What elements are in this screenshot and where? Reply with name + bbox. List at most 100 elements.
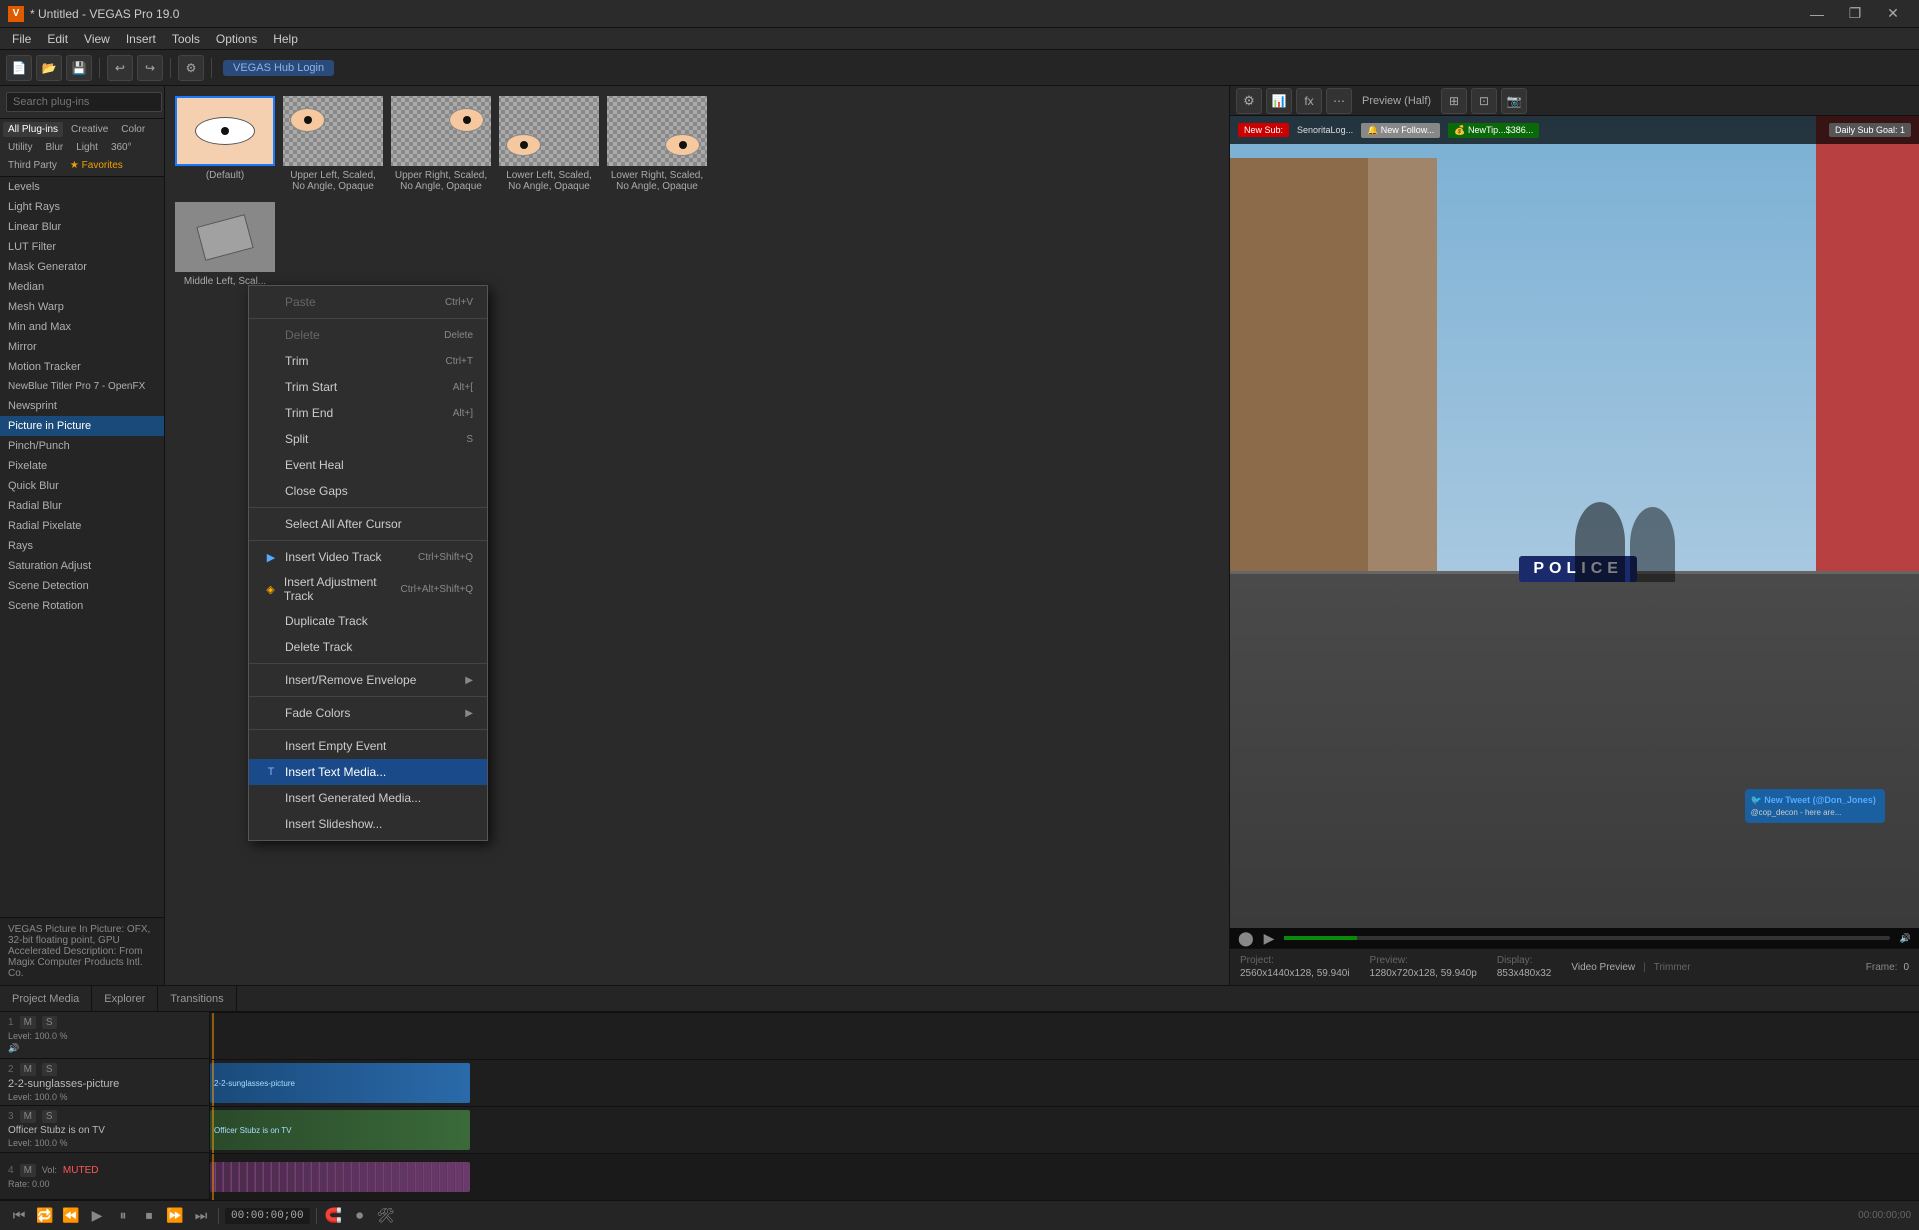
thumb-lower-right[interactable]: Lower Right, Scaled, No Angle, Opaque	[607, 96, 707, 192]
preview-snap-button[interactable]: ⊡	[1471, 88, 1497, 114]
plugin-item-levels[interactable]: Levels	[0, 177, 164, 197]
plugin-item-linearblur[interactable]: Linear Blur	[0, 217, 164, 237]
ctx-trim[interactable]: Trim Ctrl+T	[249, 348, 487, 374]
track-1-mute[interactable]: M	[20, 1016, 36, 1029]
plugin-item-minmax[interactable]: Min and Max	[0, 317, 164, 337]
settings-button[interactable]: ⚙	[178, 55, 204, 81]
menu-file[interactable]: File	[4, 30, 39, 48]
plugin-item-lightrays[interactable]: Light Rays	[0, 197, 164, 217]
ctx-insert-generated-media[interactable]: Insert Generated Media...	[249, 785, 487, 811]
save-button[interactable]: 💾	[66, 55, 92, 81]
tab-light[interactable]: Light	[71, 140, 103, 155]
plugin-item-lutfilter[interactable]: LUT Filter	[0, 237, 164, 257]
plugin-item-mirror[interactable]: Mirror	[0, 337, 164, 357]
ctx-insert-remove-envelope[interactable]: Insert/Remove Envelope ▶	[249, 667, 487, 693]
bb-snap-button[interactable]: 🧲	[323, 1205, 345, 1227]
ctx-duplicate-track[interactable]: Duplicate Track	[249, 608, 487, 634]
preview-stop-btn[interactable]: ⬤	[1238, 930, 1254, 947]
thumb-middle-left[interactable]: Middle Left, Scal...	[175, 202, 275, 287]
tab-explorer[interactable]: Explorer	[92, 986, 158, 1012]
preview-mute-icon[interactable]: 🔊	[1900, 933, 1911, 944]
ctx-trim-start[interactable]: Trim Start Alt+[	[249, 374, 487, 400]
ctx-close-gaps[interactable]: Close Gaps	[249, 478, 487, 504]
clip-sunglasses[interactable]: 2-2-sunglasses-picture	[210, 1063, 470, 1103]
ctx-event-heal[interactable]: Event Heal	[249, 452, 487, 478]
preview-more-button[interactable]: ⋯	[1326, 88, 1352, 114]
plugin-item-saturationadjust[interactable]: Saturation Adjust	[0, 556, 164, 576]
plugin-item-newsprint[interactable]: Newsprint	[0, 396, 164, 416]
track-1-solo[interactable]: S	[42, 1016, 57, 1029]
bb-rewind-button[interactable]: ⏮	[8, 1205, 30, 1227]
ctx-trim-end[interactable]: Trim End Alt+]	[249, 400, 487, 426]
bb-record-button[interactable]: ⏺	[349, 1205, 371, 1227]
plugin-item-scenedetection[interactable]: Scene Detection	[0, 576, 164, 596]
preview-fx-button[interactable]: fx	[1296, 88, 1322, 114]
bb-tools-button[interactable]: 🛠	[375, 1205, 397, 1227]
plugin-item-pixelate[interactable]: Pixelate	[0, 456, 164, 476]
track-3-mute[interactable]: M	[20, 1110, 36, 1123]
preview-settings-button[interactable]: ⚙	[1236, 88, 1262, 114]
preview-progress-bar[interactable]	[1284, 936, 1889, 940]
menu-help[interactable]: Help	[265, 30, 306, 48]
plugin-item-scenerotation[interactable]: Scene Rotation	[0, 596, 164, 616]
redo-button[interactable]: ↪	[137, 55, 163, 81]
menu-tools[interactable]: Tools	[164, 30, 208, 48]
thumb-upper-left[interactable]: Upper Left, Scaled, No Angle, Opaque	[283, 96, 383, 192]
maximize-button[interactable]: ❐	[1837, 0, 1873, 28]
track-4-mute[interactable]: M	[20, 1164, 36, 1177]
menu-view[interactable]: View	[76, 30, 118, 48]
tab-favorites[interactable]: ★ Favorites	[65, 158, 128, 173]
plugin-item-pictureinpicture[interactable]: Picture in Picture	[0, 416, 164, 436]
thumb-upper-right[interactable]: Upper Right, Scaled, No Angle, Opaque	[391, 96, 491, 192]
plugin-item-pinchpunch[interactable]: Pinch/Punch	[0, 436, 164, 456]
tab-transitions[interactable]: Transitions	[158, 986, 236, 1012]
plugin-item-radialblur[interactable]: Radial Blur	[0, 496, 164, 516]
ctx-fade-colors[interactable]: Fade Colors ▶	[249, 700, 487, 726]
track-3-solo[interactable]: S	[42, 1110, 57, 1123]
ctx-select-all-after-cursor[interactable]: Select All After Cursor	[249, 511, 487, 537]
tab-blur[interactable]: Blur	[40, 140, 68, 155]
bb-back-button[interactable]: ⏪	[60, 1205, 82, 1227]
ctx-paste[interactable]: Paste Ctrl+V	[249, 289, 487, 315]
bb-play-button[interactable]: ▶	[86, 1205, 108, 1227]
ctx-insert-video-track[interactable]: ▶ Insert Video Track Ctrl+Shift+Q	[249, 544, 487, 570]
undo-button[interactable]: ↩	[107, 55, 133, 81]
minimize-button[interactable]: —	[1799, 0, 1835, 28]
ctx-insert-adjustment-track[interactable]: ◈ Insert Adjustment Track Ctrl+Alt+Shift…	[249, 570, 487, 608]
ctx-delete[interactable]: Delete Delete	[249, 322, 487, 348]
clip-audio[interactable]	[210, 1162, 470, 1192]
plugin-item-rays[interactable]: Rays	[0, 536, 164, 556]
plugin-item-maskgenerator[interactable]: Mask Generator	[0, 257, 164, 277]
plugin-item-meshwarp[interactable]: Mesh Warp	[0, 297, 164, 317]
bb-forward-button[interactable]: ⏩	[164, 1205, 186, 1227]
search-input[interactable]	[6, 92, 162, 112]
plugin-item-motiontracker[interactable]: Motion Tracker	[0, 357, 164, 377]
ctx-insert-text-media[interactable]: T Insert Text Media...	[249, 759, 487, 785]
tab-third-party[interactable]: Third Party	[3, 158, 62, 173]
preview-grid-button[interactable]: ⊞	[1441, 88, 1467, 114]
bb-loop-button[interactable]: 🔁	[34, 1205, 56, 1227]
tab-utility[interactable]: Utility	[3, 140, 37, 155]
new-button[interactable]: 📄	[6, 55, 32, 81]
menu-insert[interactable]: Insert	[118, 30, 164, 48]
bb-stop-button[interactable]: ⏹	[138, 1205, 160, 1227]
tab-color[interactable]: Color	[116, 122, 150, 137]
clip-officer[interactable]: Officer Stubz is on TV	[210, 1110, 470, 1150]
plugin-item-median[interactable]: Median	[0, 277, 164, 297]
close-button[interactable]: ✕	[1875, 0, 1911, 28]
open-button[interactable]: 📂	[36, 55, 62, 81]
preview-capture-button[interactable]: 📷	[1501, 88, 1527, 114]
tab-all-plugins[interactable]: All Plug-ins	[3, 122, 63, 137]
trimmer-tab[interactable]: Trimmer	[1654, 962, 1691, 973]
ctx-insert-slideshow[interactable]: Insert Slideshow...	[249, 811, 487, 837]
bb-end-button[interactable]: ⏭	[190, 1205, 212, 1227]
preview-play-btn[interactable]: ▶	[1264, 930, 1275, 947]
menu-options[interactable]: Options	[208, 30, 265, 48]
ctx-split[interactable]: Split S	[249, 426, 487, 452]
preview-scope-button[interactable]: 📊	[1266, 88, 1292, 114]
tab-360[interactable]: 360°	[106, 140, 137, 155]
video-preview-tab[interactable]: Video Preview	[1571, 962, 1635, 973]
tab-project-media[interactable]: Project Media	[0, 986, 92, 1012]
thumb-default[interactable]: (Default)	[175, 96, 275, 192]
thumb-lower-left[interactable]: Lower Left, Scaled, No Angle, Opaque	[499, 96, 599, 192]
